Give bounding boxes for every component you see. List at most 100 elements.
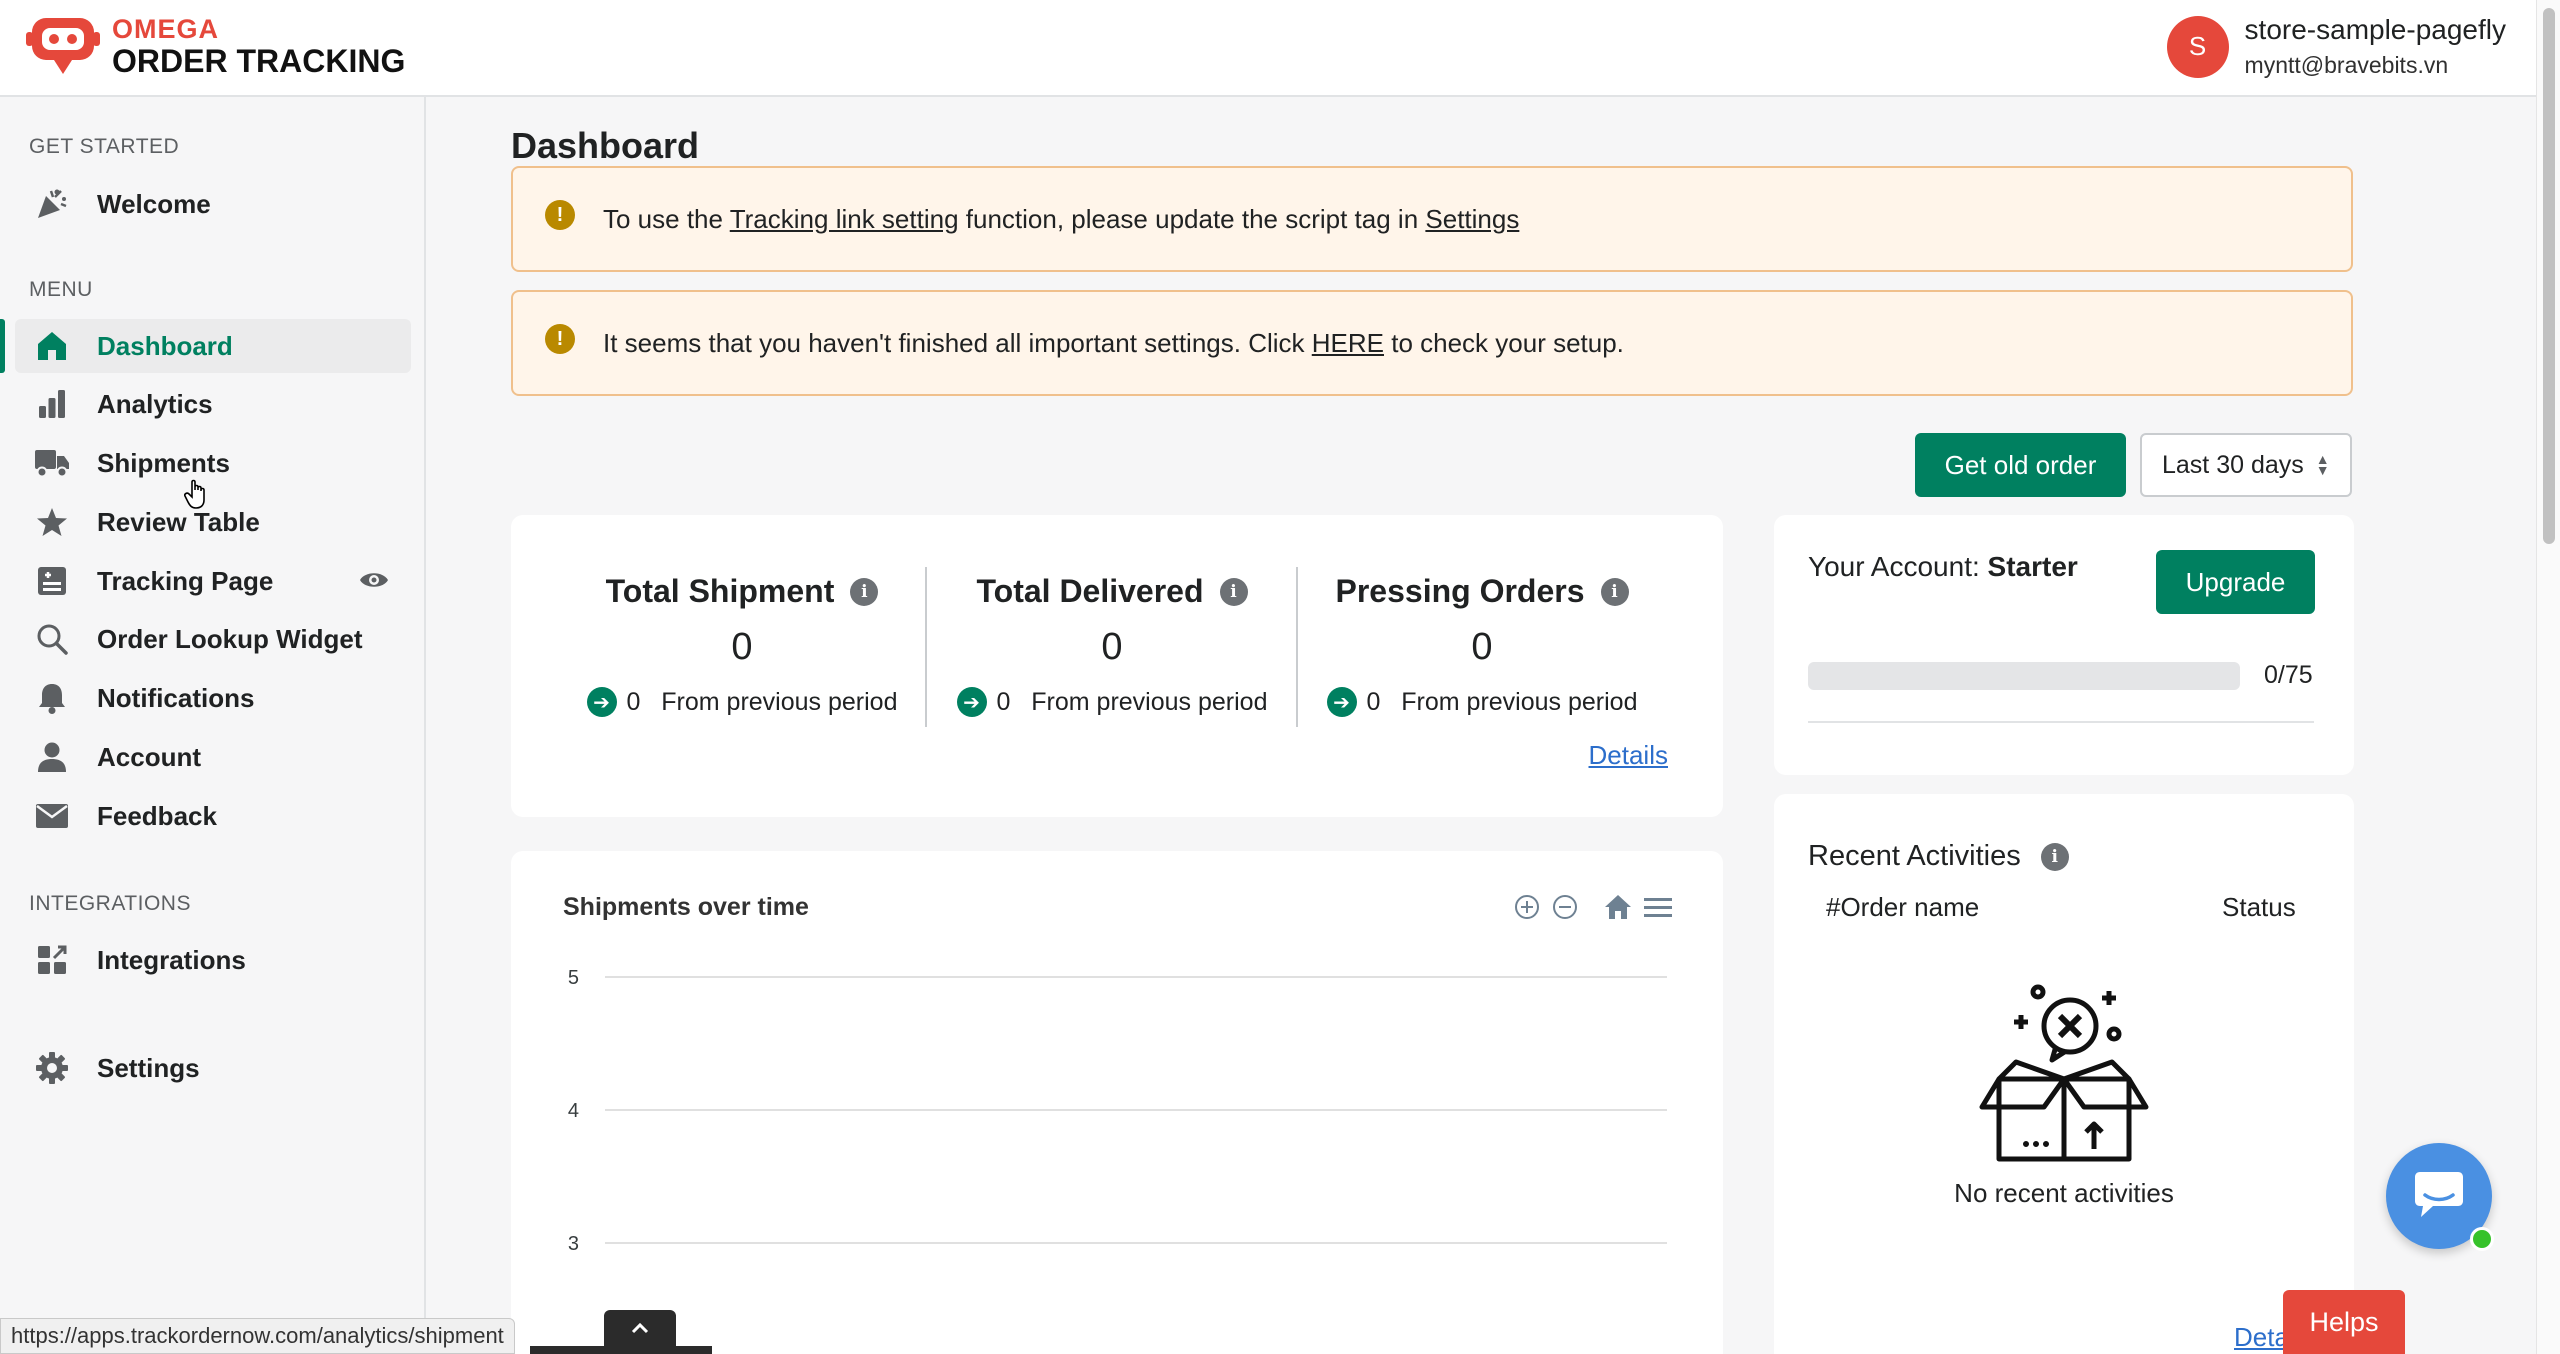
user-email: myntt@bravebits.vn: [2244, 52, 2449, 78]
stat-value: 0: [1471, 626, 1493, 668]
account-divider: [1808, 721, 2314, 723]
recent-activities-header: Recent Activities i: [1808, 840, 2069, 873]
tracking-link-setting-link[interactable]: Tracking link setting: [730, 204, 959, 234]
collapse-toggle[interactable]: [604, 1310, 676, 1346]
warning-banner-script-tag: ! To use the Tracking link setting funct…: [511, 166, 2353, 272]
period-select[interactable]: Last 30 days ▲ ▼: [2140, 433, 2352, 497]
shipments-chart-card: Shipments over time 543: [511, 851, 1723, 1354]
bottom-bar: [530, 1346, 712, 1354]
warning-icon: !: [545, 324, 575, 354]
person-icon: [33, 738, 71, 776]
sidebar-item-settings[interactable]: Settings: [15, 1041, 411, 1095]
column-header-order-name: #Order name: [1826, 892, 1980, 922]
hand-cursor-icon: [184, 478, 210, 515]
stat-title: Pressing Orders: [1335, 573, 1585, 609]
sidebar-item-account[interactable]: Account: [15, 730, 411, 784]
recent-activities-title: Recent Activities: [1808, 840, 2021, 872]
usage-progress-bar: [1808, 662, 2240, 690]
sidebar-item-label: Account: [97, 741, 201, 772]
sidebar-item-welcome[interactable]: Welcome: [15, 177, 411, 231]
period-select-value: Last 30 days: [2162, 450, 2304, 479]
logo-line-omega: OMEGA: [112, 13, 220, 44]
scrollbar-thumb[interactable]: [2543, 8, 2555, 544]
banner-text: It seems that you haven't finished all i…: [603, 327, 1624, 358]
empty-state-text: No recent activities: [1954, 1178, 2174, 1208]
settings-link[interactable]: Settings: [1425, 204, 1519, 234]
info-icon[interactable]: i: [1600, 577, 1629, 606]
upgrade-button[interactable]: Upgrade: [2156, 550, 2315, 614]
sidebar-item-feedback[interactable]: Feedback: [15, 789, 411, 843]
stat-delta: 0: [996, 687, 1011, 716]
usage-text: 0/75: [2264, 661, 2313, 689]
stat-total-shipment: Total Shipment i 0 ➔ 0 From previous perio…: [557, 573, 927, 717]
info-icon[interactable]: i: [850, 577, 879, 606]
top-bar: OMEGA ORDER TRACKING S store-sample-page…: [0, 0, 2536, 97]
star-icon: [33, 503, 71, 541]
sidebar-item-label: Tracking Page: [97, 565, 274, 596]
sidebar-item-label: Notifications: [97, 682, 255, 713]
sidebar-item-shipments[interactable]: Shipments: [15, 436, 411, 490]
sidebar-item-order-lookup-widget[interactable]: Order Lookup Widget: [15, 612, 411, 666]
sidebar-item-label: Settings: [97, 1052, 200, 1083]
eye-icon[interactable]: [359, 568, 389, 597]
y-tick-label: 5: [568, 967, 579, 989]
party-icon: [33, 185, 71, 223]
envelope-icon: [33, 797, 71, 835]
stat-delta: 0: [1366, 687, 1381, 716]
truck-icon: [33, 444, 71, 482]
sidebar-item-tracking-page[interactable]: Tracking Page: [15, 554, 411, 608]
logo-line-order-tracking: ORDER TRACKING: [112, 42, 406, 79]
chart-plot-area: 5 4 3: [568, 967, 1667, 1255]
browser-status-url: https://apps.trackordernow.com/analytics…: [0, 1318, 515, 1354]
sidebar-item-label: Integrations: [97, 944, 246, 975]
stat-delta-label: From previous period: [1031, 687, 1268, 716]
warning-icon: !: [545, 200, 575, 230]
account-plan: Starter: [1987, 551, 2078, 582]
stat-value: 0: [1101, 626, 1123, 668]
stat-delta: 0: [626, 687, 641, 716]
account-card: Your Account: Starter Upgrade 0/75: [1774, 515, 2354, 775]
chevron-up-icon: [631, 1322, 649, 1334]
stat-total-delivered: Total Delivered i 0 ➔ 0 From previous peri…: [927, 573, 1297, 717]
gear-icon: [33, 1049, 71, 1087]
app-logo[interactable]: OMEGA ORDER TRACKING: [26, 14, 405, 78]
sidebar-item-analytics[interactable]: Analytics: [15, 377, 411, 431]
sidebar-item-notifications[interactable]: Notifications: [15, 671, 411, 725]
search-icon: [33, 620, 71, 658]
stat-delta-label: From previous period: [661, 687, 898, 716]
sidebar-item-review-table[interactable]: Review Table: [15, 495, 411, 549]
sidebar-item-label: Welcome: [97, 188, 211, 219]
sidebar-item-label: Analytics: [97, 388, 213, 419]
info-icon[interactable]: i: [1219, 577, 1248, 606]
here-link[interactable]: HERE: [1312, 328, 1384, 358]
info-icon[interactable]: i: [2040, 842, 2069, 871]
stat-value: 0: [731, 626, 753, 668]
y-tick-label: 3: [568, 1233, 579, 1255]
chat-widget-button[interactable]: [2386, 1143, 2494, 1251]
robot-logo-icon: [26, 14, 100, 78]
store-name: store-sample-pagefly: [2244, 14, 2506, 45]
get-old-order-button[interactable]: Get old order: [1915, 433, 2126, 497]
sidebar: GET STARTED Welcome MENU Dashboard Analy…: [0, 97, 426, 1354]
sidebar-item-label: Shipments: [97, 447, 230, 478]
page-scrollbar[interactable]: [2536, 0, 2560, 1354]
helps-button[interactable]: Helps: [2283, 1290, 2405, 1354]
stats-details-link[interactable]: Details: [1589, 740, 1668, 771]
bell-icon: [33, 679, 71, 717]
arrow-right-icon: ➔: [1326, 687, 1357, 717]
stat-title: Total Shipment: [605, 573, 835, 609]
section-label-integrations: INTEGRATIONS: [29, 892, 191, 915]
bar-chart-icon: [33, 385, 71, 423]
y-tick-label: 4: [568, 1100, 579, 1122]
stat-delta-label: From previous period: [1401, 687, 1638, 716]
account-plan-line: Your Account: Starter: [1808, 551, 2078, 582]
sidebar-item-integrations[interactable]: Integrations: [15, 933, 411, 987]
recent-activities-card: Recent Activities i #Order name Status No…: [1774, 794, 2354, 1354]
sidebar-item-dashboard[interactable]: Dashboard: [0, 319, 411, 373]
sidebar-item-label: Feedback: [97, 800, 217, 831]
page-plus-icon: [33, 562, 71, 600]
chat-icon: [2415, 1172, 2463, 1217]
column-header-status: Status: [2222, 892, 2296, 922]
user-menu[interactable]: S store-sample-pagefly myntt@bravebits.v…: [2166, 14, 2506, 79]
stat-title: Total Delivered: [976, 573, 1204, 609]
